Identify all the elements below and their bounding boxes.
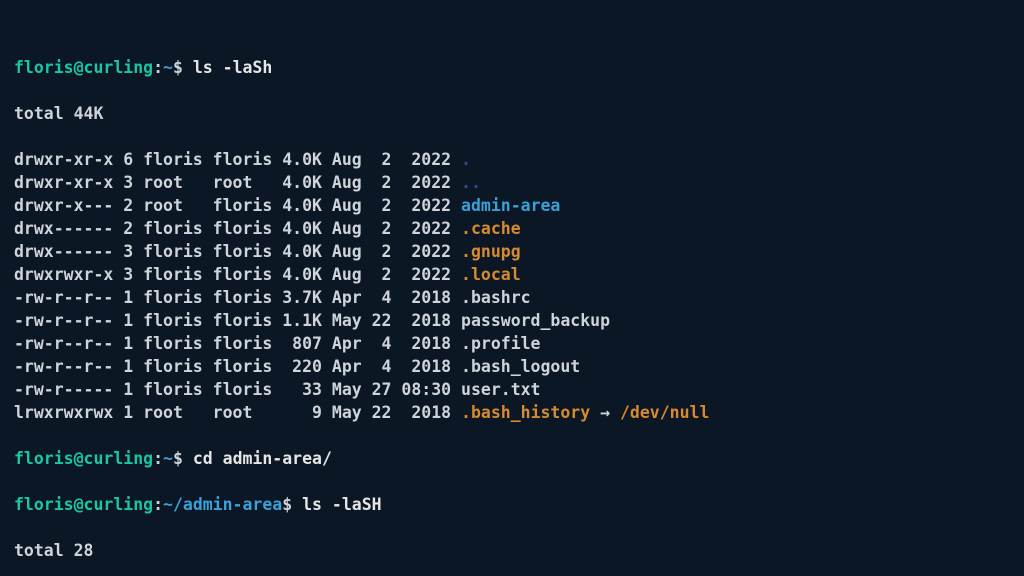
prompt-colon: : [153, 495, 163, 514]
prompt-user-host: floris@curling [14, 58, 153, 77]
prompt-path: ~/admin-area [163, 495, 282, 514]
listing-row-meta: -rw-r--r-- 1 floris floris 807 Apr 4 201… [14, 334, 541, 353]
prompt-line: floris@curling:~$ cd admin-area/ [14, 447, 1010, 470]
prompt-colon: : [153, 58, 163, 77]
listing-row-name: .cache [461, 219, 521, 238]
prompt-end: $ [282, 495, 292, 514]
listing-row-meta: drwxr-xr-x 6 floris floris 4.0K Aug 2 20… [14, 150, 461, 169]
prompt-end: $ [173, 449, 183, 468]
listing-row-name: . [461, 150, 471, 169]
command-text: cd admin-area/ [193, 449, 332, 468]
prompt-colon: : [153, 449, 163, 468]
listing-row: drwxr-x--- 2 root floris 4.0K Aug 2 2022… [14, 194, 1010, 217]
listing-row-meta: -rw-r--r-- 1 floris floris 3.7K Apr 4 20… [14, 288, 531, 307]
prompt-user-host: floris@curling [14, 495, 153, 514]
listing-row-name: admin-area [461, 196, 560, 215]
listing-row-name: .bash_history [461, 403, 590, 422]
listing-row-meta: -rw-r--r-- 1 floris floris 1.1K May 22 2… [14, 311, 610, 330]
listing-row: drwxr-xr-x 6 floris floris 4.0K Aug 2 20… [14, 148, 1010, 171]
prompt-path: ~ [163, 449, 173, 468]
listing-row-meta: -rw-r----- 1 floris floris 33 May 27 08:… [14, 380, 541, 399]
total-line: total 28 [14, 539, 1010, 562]
command-text: ls -laSH [302, 495, 381, 514]
total-line: total 44K [14, 102, 1010, 125]
arrow-icon: → [590, 403, 620, 422]
listing-row: drwxr-xr-x 3 root root 4.0K Aug 2 2022 .… [14, 171, 1010, 194]
listing1: drwxr-xr-x 6 floris floris 4.0K Aug 2 20… [14, 148, 1010, 424]
command-text: ls -laSh [193, 58, 272, 77]
prompt-end: $ [173, 58, 183, 77]
terminal-window[interactable]: floris@curling:~$ ls -laSh total 44K drw… [0, 0, 1024, 576]
listing-row: drwx------ 3 floris floris 4.0K Aug 2 20… [14, 240, 1010, 263]
listing-row-name: .gnupg [461, 242, 521, 261]
listing-row: drwxrwxr-x 3 floris floris 4.0K Aug 2 20… [14, 263, 1010, 286]
prompt-path: ~ [163, 58, 173, 77]
listing-row-meta: drwxr-xr-x 3 root root 4.0K Aug 2 2022 [14, 173, 461, 192]
prompt-line: floris@curling:~/admin-area$ ls -laSH [14, 493, 1010, 516]
listing-row-meta: drwxrwxr-x 3 floris floris 4.0K Aug 2 20… [14, 265, 461, 284]
symlink-target: /dev/null [620, 403, 709, 422]
listing-row: -rw-r--r-- 1 floris floris 3.7K Apr 4 20… [14, 286, 1010, 309]
listing-row-name: .local [461, 265, 521, 284]
listing-row-meta: -rw-r--r-- 1 floris floris 220 Apr 4 201… [14, 357, 580, 376]
prompt-user-host: floris@curling [14, 449, 153, 468]
listing-row-meta: drwx------ 2 floris floris 4.0K Aug 2 20… [14, 219, 461, 238]
prompt-line: floris@curling:~$ ls -laSh [14, 56, 1010, 79]
listing-row: -rw-r--r-- 1 floris floris 220 Apr 4 201… [14, 355, 1010, 378]
listing-row: -rw-r--r-- 1 floris floris 807 Apr 4 201… [14, 332, 1010, 355]
listing-row-name: .. [461, 173, 481, 192]
listing-row: drwx------ 2 floris floris 4.0K Aug 2 20… [14, 217, 1010, 240]
listing-row: -rw-r----- 1 floris floris 33 May 27 08:… [14, 378, 1010, 401]
listing-row-meta: lrwxrwxrwx 1 root root 9 May 22 2018 [14, 403, 461, 422]
listing-row: -rw-r--r-- 1 floris floris 1.1K May 22 2… [14, 309, 1010, 332]
listing-row-meta: drwx------ 3 floris floris 4.0K Aug 2 20… [14, 242, 461, 261]
listing-row-meta: drwxr-x--- 2 root floris 4.0K Aug 2 2022 [14, 196, 461, 215]
listing-row: lrwxrwxrwx 1 root root 9 May 22 2018 .ba… [14, 401, 1010, 424]
